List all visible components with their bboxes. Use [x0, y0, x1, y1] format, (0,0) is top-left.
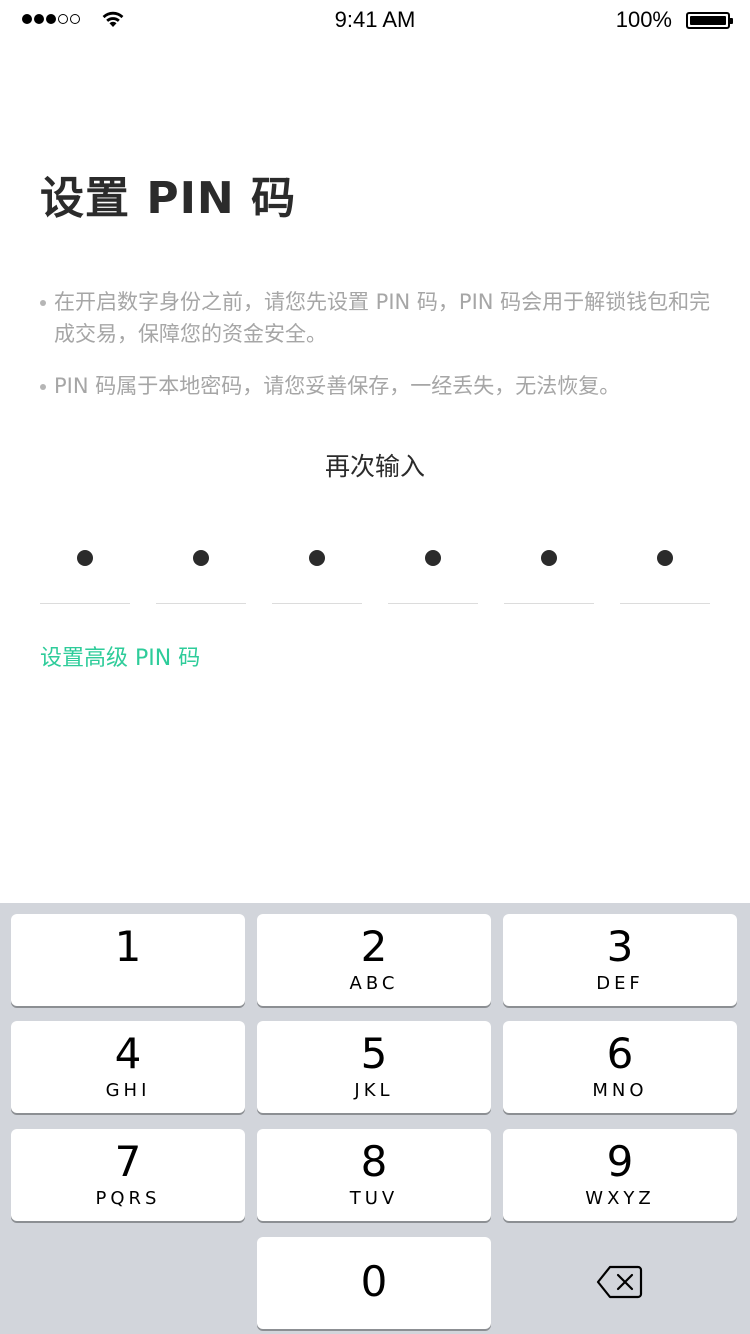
key-digit: 8 [360, 1137, 388, 1186]
reenter-label: 再次输入 [324, 452, 425, 481]
key-digit: 5 [360, 1029, 388, 1078]
key-1[interactable]: 1 [11, 914, 245, 1006]
pin-slot [156, 520, 246, 604]
pin-dot [657, 550, 673, 566]
page-title: 设置 PIN 码 [40, 173, 297, 224]
key-5[interactable]: 5 JKL [257, 1021, 491, 1113]
delete-button[interactable] [503, 1236, 737, 1328]
key-letters: WXYZ [585, 1188, 655, 1209]
key-digit: 7 [114, 1137, 142, 1186]
key-letters: JKL [354, 1080, 394, 1101]
pin-slot [620, 520, 710, 604]
key-3[interactable]: 3 DEF [503, 914, 737, 1006]
key-digit: 6 [606, 1029, 634, 1078]
key-letters: GHI [105, 1080, 151, 1101]
battery-percentage: 100% [615, 7, 672, 32]
pin-slot [272, 520, 362, 604]
pin-dot [193, 550, 209, 566]
key-digit: 1 [114, 922, 142, 971]
key-digit: 2 [360, 922, 388, 971]
key-letters: MNO [592, 1080, 648, 1101]
pin-dot [77, 550, 93, 566]
instruction-list: 在开启数字身份之前，请您先设置 PIN 码，PIN 码会用于解锁钱包和完成交易，… [40, 286, 720, 422]
instruction-item: 在开启数字身份之前，请您先设置 PIN 码，PIN 码会用于解锁钱包和完成交易，… [40, 286, 720, 350]
key-letters: DEF [596, 973, 644, 994]
pin-input[interactable] [40, 520, 710, 604]
key-9[interactable]: 9 WXYZ [503, 1129, 737, 1221]
key-letters: TUV [349, 1188, 399, 1209]
pin-slot [40, 520, 130, 604]
advanced-pin-link[interactable]: 设置高级 PIN 码 [40, 640, 200, 672]
key-digit: 3 [606, 922, 634, 971]
pin-dot [425, 550, 441, 566]
key-4[interactable]: 4 GHI [11, 1021, 245, 1113]
key-2[interactable]: 2 ABC [257, 914, 491, 1006]
key-letters: ABC [349, 973, 399, 994]
pin-slot [388, 520, 478, 604]
key-letters: PQRS [95, 1188, 161, 1209]
pin-dot [309, 550, 325, 566]
battery-icon [686, 12, 733, 29]
pin-slot [504, 520, 594, 604]
key-0[interactable]: 0 [257, 1237, 491, 1329]
status-bar: 9:41 AM 100% [0, 0, 750, 40]
key-7[interactable]: 7 PQRS [11, 1129, 245, 1221]
instruction-item: PIN 码属于本地密码，请您妥善保存，一经丢失，无法恢复。 [40, 370, 720, 402]
key-digit: 0 [360, 1257, 388, 1306]
key-8[interactable]: 8 TUV [257, 1129, 491, 1221]
key-6[interactable]: 6 MNO [503, 1021, 737, 1113]
backspace-icon [596, 1265, 643, 1299]
key-digit: 9 [606, 1137, 634, 1186]
key-digit: 4 [114, 1029, 142, 1078]
pin-dot [541, 550, 557, 566]
